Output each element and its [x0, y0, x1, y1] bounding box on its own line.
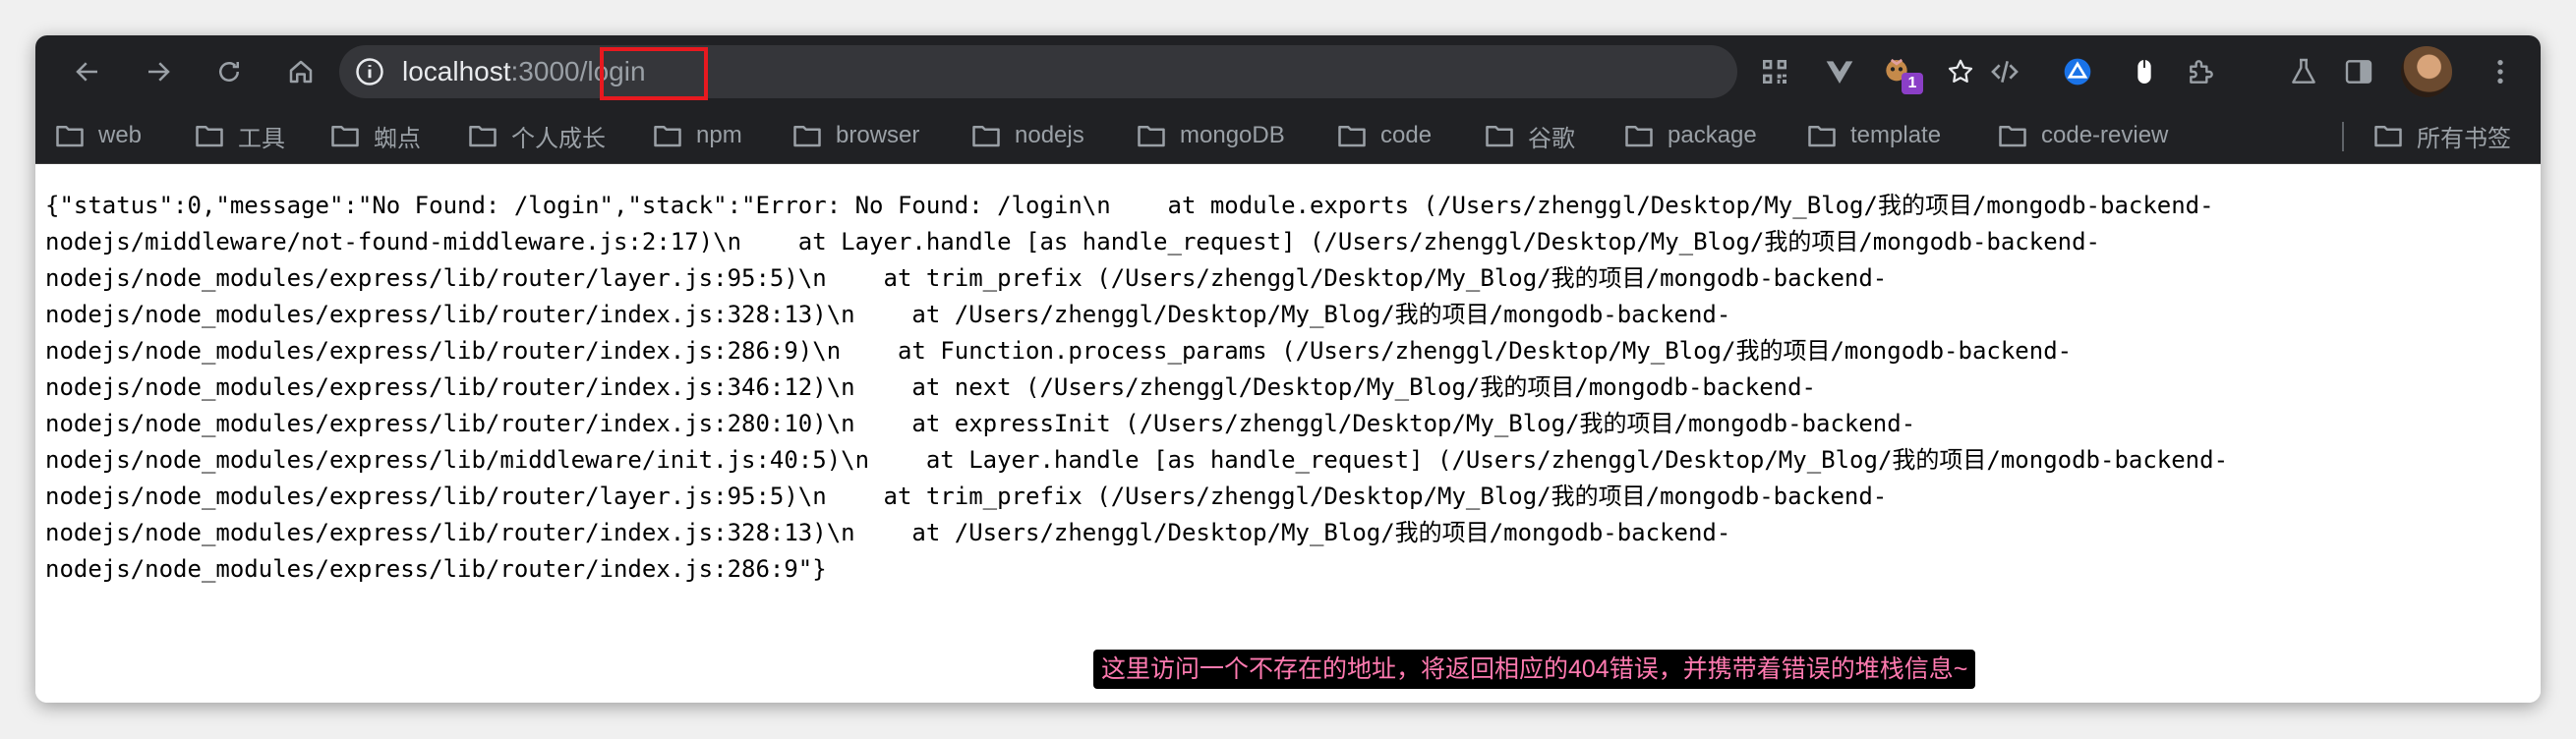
browser-menu-button[interactable] [2484, 55, 2517, 88]
bookmark-label: 个人成长 [511, 125, 606, 152]
folder-icon [1625, 126, 1653, 147]
mouse-icon [2137, 60, 2151, 84]
puzzle-icon [2190, 60, 2213, 84]
json-line: nodejs/node_modules/express/lib/router/i… [45, 301, 1731, 328]
code-extension[interactable] [1988, 55, 2021, 88]
home-button[interactable] [282, 53, 320, 90]
bookmark-folder-template[interactable]: template [1807, 108, 1941, 163]
bookmark-folder-code-review[interactable]: code-review [1998, 108, 2168, 163]
folder-icon [469, 126, 497, 147]
url-host: localhost [402, 56, 511, 86]
annotation-caption: 这里访问一个不存在的地址，将返回相应的404错误，并携带着错误的堆栈信息~ [1093, 650, 1976, 689]
url-text[interactable]: localhost:3000/login [402, 45, 646, 98]
bookmark-label: browser [836, 122, 920, 148]
extension-badge: 1 [1902, 73, 1923, 94]
qr-code-extension[interactable] [1758, 55, 1791, 88]
json-line: nodejs/middleware/not-found-middleware.j… [45, 228, 2100, 256]
more-vertical-icon [2497, 60, 2503, 84]
folder-icon [331, 126, 359, 147]
qr-code-icon [1763, 60, 1786, 84]
vue-icon [1826, 61, 1853, 84]
json-line: nodejs/node_modules/express/lib/router/i… [45, 337, 2073, 365]
bookmarks-bar: web 工具 蜘点 个人成长 npm browser nodejs mongoD… [35, 108, 2541, 164]
bookmark-label: 蜘点 [374, 125, 421, 152]
folder-icon [56, 126, 84, 147]
reload-icon [219, 62, 239, 82]
bookmark-folder-mongodb[interactable]: mongoDB [1137, 108, 1285, 163]
extensions-menu-button[interactable] [2185, 55, 2218, 88]
bookmark-folder-npm[interactable]: npm [653, 108, 742, 163]
bookmark-folder-browser[interactable]: browser [792, 108, 919, 163]
drive-extension[interactable] [2061, 55, 2094, 88]
url-port: :3000 [510, 56, 580, 86]
folder-icon [1999, 126, 2026, 147]
mouse-extension[interactable] [2128, 55, 2161, 88]
bookmark-folder-nodejs[interactable]: nodejs [971, 108, 1084, 163]
json-line: nodejs/node_modules/express/lib/router/i… [45, 555, 827, 583]
page-content: {"status":0,"message":"No Found: /login"… [35, 164, 2541, 703]
bookmark-folder-package[interactable]: package [1624, 108, 1757, 163]
bookmark-label: code [1380, 122, 1433, 148]
arrow-left-icon [76, 62, 97, 82]
json-line: nodejs/node_modules/express/lib/router/l… [45, 483, 1888, 510]
bookmark-label: 工具 [238, 125, 285, 152]
json-line: nodejs/node_modules/express/lib/router/i… [45, 519, 1731, 546]
folder-icon [2374, 126, 2402, 147]
bookmark-folder-web[interactable]: web [55, 108, 142, 163]
folder-icon [793, 126, 821, 147]
folder-icon [654, 126, 681, 147]
bookmark-label: 谷歌 [1528, 125, 1575, 152]
all-bookmarks-label: 所有书签 [2417, 125, 2511, 152]
json-line: {"status":0,"message":"No Found: /login"… [45, 192, 2214, 219]
reload-button[interactable] [210, 53, 248, 90]
json-line: nodejs/node_modules/express/lib/router/l… [45, 264, 1888, 292]
bookmark-star-icon[interactable] [1946, 57, 1975, 86]
bookmark-label: package [1668, 122, 1757, 148]
bookmark-folder-code[interactable]: code [1337, 108, 1432, 163]
flask-icon [2292, 58, 2315, 84]
triangle-logo-icon [2064, 58, 2091, 85]
bookmark-folder-points[interactable]: 蜘点 [330, 108, 421, 163]
bookmark-label: code-review [2041, 122, 2169, 148]
forward-button[interactable] [140, 53, 177, 90]
side-panel-button[interactable] [2342, 55, 2375, 88]
bookmark-label: mongoDB [1180, 122, 1285, 148]
side-panel-icon [2345, 60, 2372, 84]
url-path: /login [579, 56, 646, 86]
browser-window: localhost:3000/login 1 web 工具 蜘点 个人成长 np… [35, 35, 2541, 703]
bookmark-label: web [98, 122, 143, 148]
profile-avatar[interactable] [2401, 46, 2452, 97]
json-line: nodejs/node_modules/express/lib/router/i… [45, 373, 1817, 401]
address-bar[interactable]: localhost:3000/login [339, 45, 1973, 98]
back-button[interactable] [69, 53, 106, 90]
vue-devtools-extension[interactable] [1823, 55, 1856, 88]
arrow-right-icon [148, 62, 170, 82]
json-line: nodejs/node_modules/express/lib/router/i… [45, 410, 1916, 437]
folder-icon [1486, 126, 1513, 147]
folder-icon [972, 126, 1000, 147]
folder-icon [1808, 126, 1836, 147]
bookmark-label: npm [696, 122, 742, 148]
json-line: nodejs/node_modules/express/lib/middlewa… [45, 446, 2229, 474]
bookmarks-divider [2342, 122, 2344, 151]
site-info-icon[interactable] [355, 57, 384, 86]
browser-toolbar: localhost:3000/login 1 [35, 35, 2541, 108]
labs-button[interactable] [2287, 55, 2320, 88]
folder-icon [1338, 126, 1366, 147]
bookmark-label: template [1850, 122, 1942, 148]
bookmark-folder-google[interactable]: 谷歌 [1485, 108, 1575, 163]
code-icon [1991, 61, 2019, 83]
bookmark-folder-growth[interactable]: 个人成长 [468, 108, 606, 163]
json-response: {"status":0,"message":"No Found: /login"… [45, 188, 2228, 588]
folder-icon [196, 126, 223, 147]
bookmark-label: nodejs [1015, 122, 1084, 148]
all-bookmarks-folder[interactable]: 所有书签 [2373, 108, 2511, 163]
bookmark-folder-tools[interactable]: 工具 [195, 108, 285, 163]
home-icon [289, 60, 313, 84]
folder-icon [1138, 126, 1165, 147]
